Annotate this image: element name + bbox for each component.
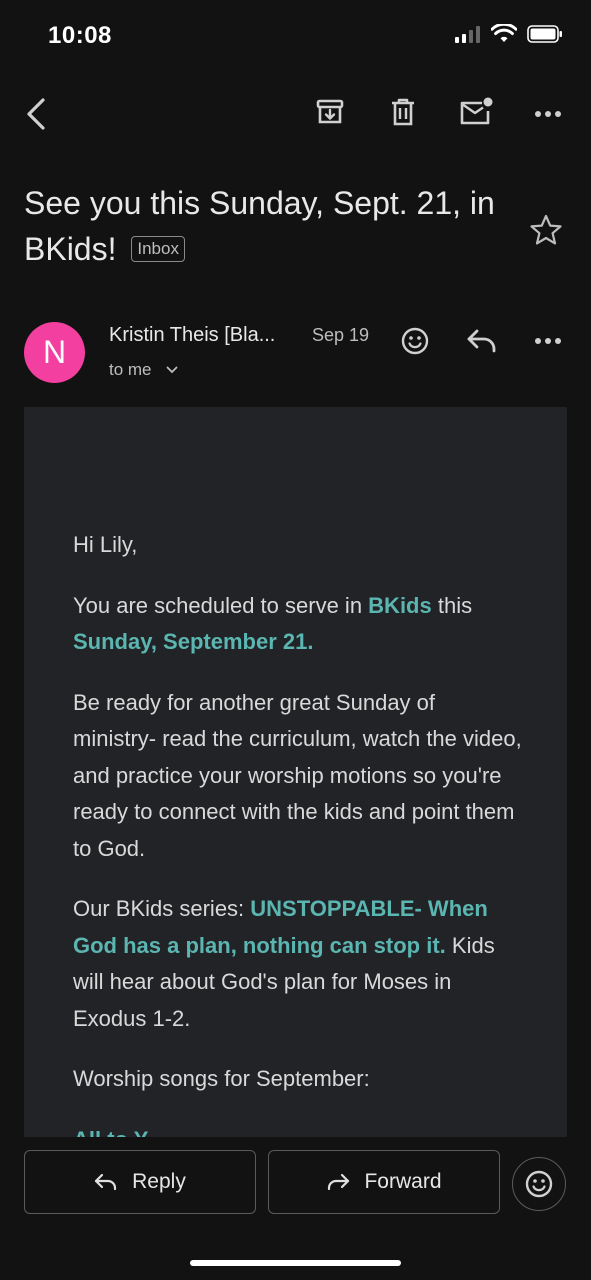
schedule-paragraph: You are scheduled to serve in BKids this… (73, 592, 473, 655)
preparation-paragraph: Be ready for another great Sunday of min… (73, 689, 522, 861)
forward-label: Forward (364, 1170, 442, 1193)
add-reaction-button[interactable] (398, 324, 432, 358)
greeting: Hi Lily, (73, 532, 138, 557)
mark-unread-icon (460, 97, 493, 125)
battery-icon (527, 25, 562, 43)
star-icon (530, 214, 562, 245)
more-horizontal-icon (535, 338, 561, 344)
forward-icon (328, 1173, 350, 1191)
archive-icon (316, 99, 344, 124)
reply-icon-button[interactable] (464, 324, 500, 358)
wifi-icon (491, 24, 517, 42)
email-date: Sep 19 (312, 325, 370, 345)
more-options-button[interactable] (528, 96, 568, 132)
recipient-text: to me (109, 360, 152, 379)
serve-date: Sunday, September 21. (73, 629, 314, 654)
sender-avatar[interactable]: N (24, 322, 85, 383)
reply-label: Reply (132, 1170, 186, 1193)
subject-text: See you this Sunday, Sept. 21, in BKids! (24, 185, 495, 267)
reply-icon (95, 1173, 117, 1191)
recipient-toggle[interactable]: to me (109, 360, 178, 380)
chevron-left-icon (27, 98, 45, 130)
series-paragraph: Our BKids series: UNSTOPPABLE- When God … (73, 896, 495, 1031)
chevron-down-icon (166, 366, 177, 374)
emoji-react-button[interactable] (512, 1157, 566, 1211)
ministry-name: BKids (368, 592, 432, 618)
reply-button[interactable]: Reply (24, 1150, 256, 1214)
reply-icon (467, 329, 496, 353)
emoji-icon (525, 1170, 553, 1198)
mark-unread-button[interactable] (456, 94, 496, 130)
status-icons (455, 24, 563, 44)
email-subject: See you this Sunday, Sept. 21, in BKids!… (24, 180, 514, 272)
inbox-label-badge[interactable]: Inbox (131, 235, 185, 262)
cellular-signal-icon (455, 26, 480, 43)
home-indicator[interactable] (190, 1260, 401, 1266)
message-more-button[interactable] (528, 324, 568, 358)
back-button[interactable] (16, 94, 56, 134)
song-title-partial[interactable]: All to Y... (73, 1122, 523, 1138)
archive-button[interactable] (312, 94, 348, 130)
worship-songs-heading: Worship songs for September: (73, 1066, 370, 1091)
email-body[interactable]: Hi Lily, You are scheduled to serve in B… (24, 407, 567, 1137)
forward-button[interactable]: Forward (268, 1150, 500, 1214)
delete-button[interactable] (385, 94, 421, 130)
status-time: 10:08 (48, 22, 112, 49)
emoji-icon (401, 327, 429, 355)
trash-icon (392, 98, 414, 126)
more-horizontal-icon (535, 111, 561, 117)
sender-name[interactable]: Kristin Theis [Bla... (109, 324, 275, 347)
star-button[interactable] (526, 210, 566, 250)
email-body-content: Hi Lily, You are scheduled to serve in B… (73, 527, 523, 1137)
